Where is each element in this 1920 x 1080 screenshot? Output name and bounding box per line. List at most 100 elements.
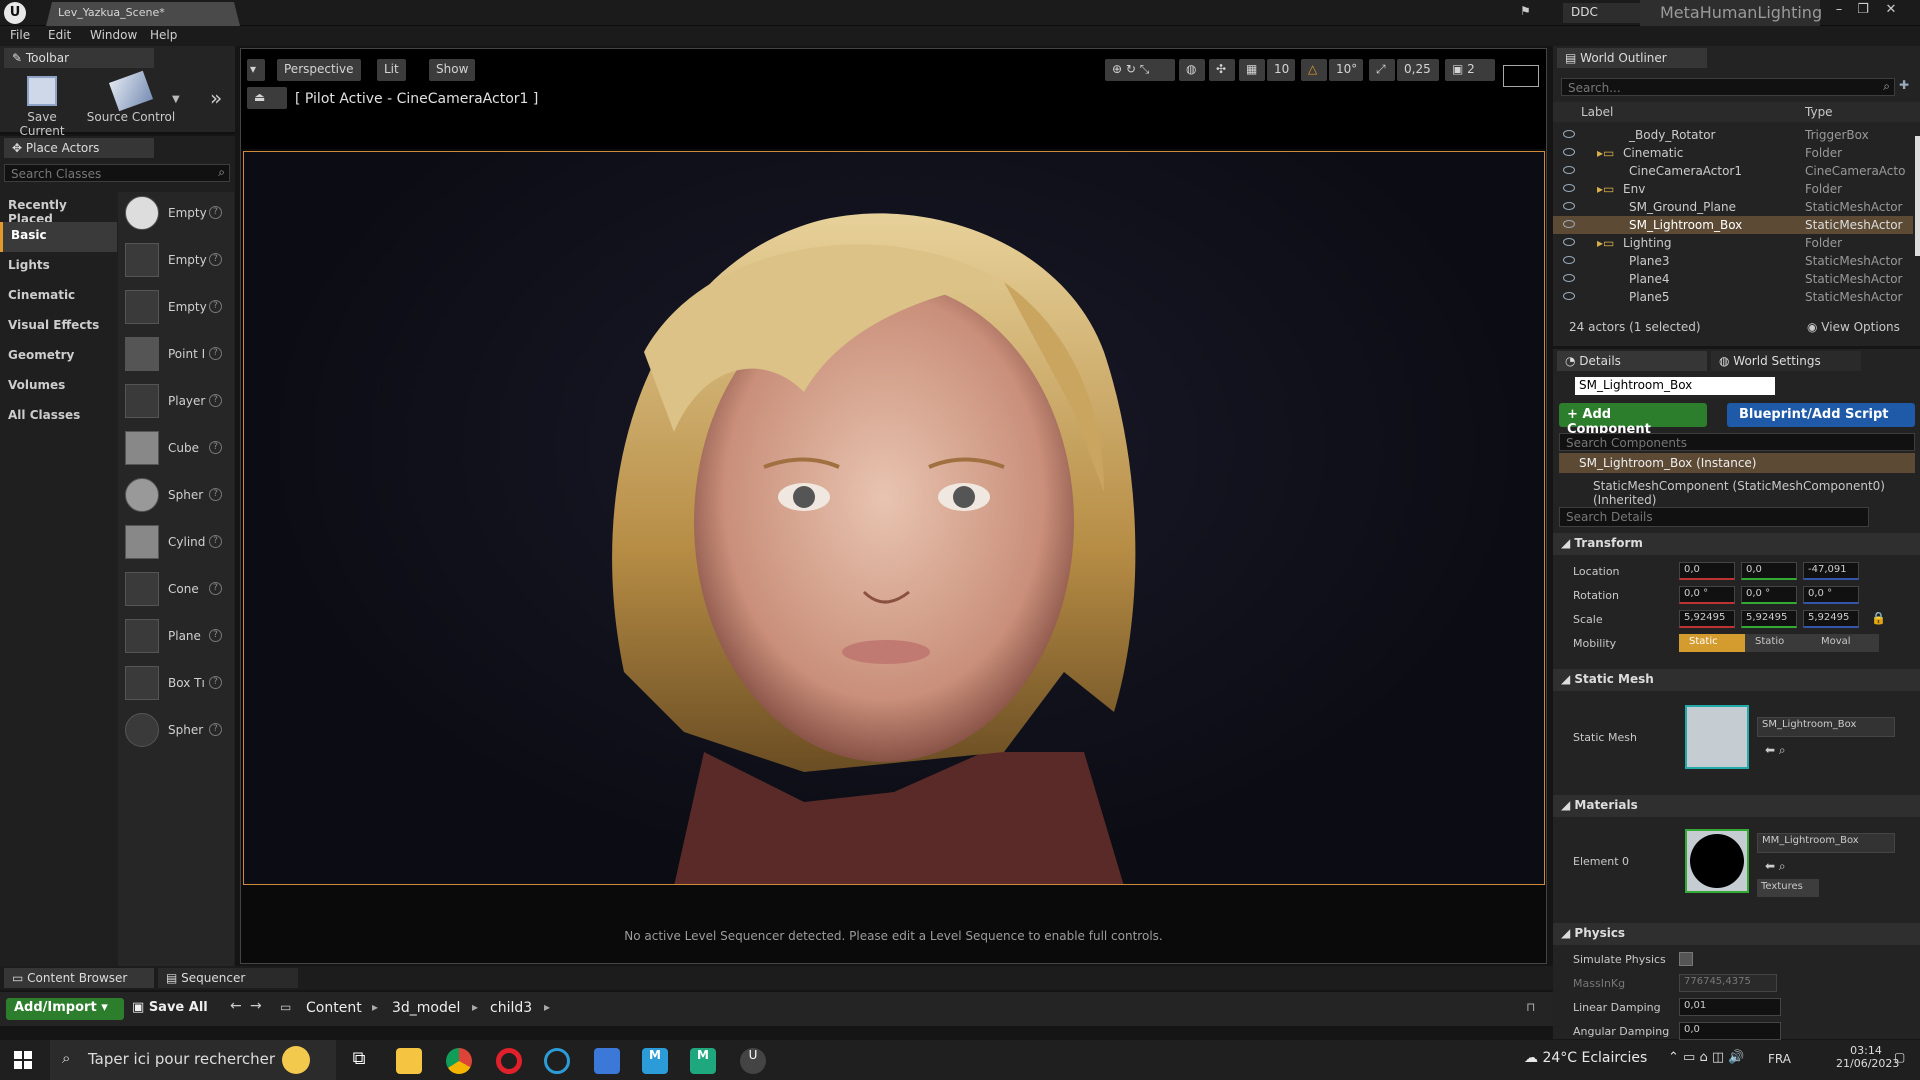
add-filter-icon[interactable]: ✚	[1899, 78, 1909, 92]
maximize-icon[interactable]: ❐	[1852, 2, 1874, 20]
rotation-y[interactable]: 0,0 °	[1741, 586, 1797, 604]
scale-z[interactable]: 5,92495	[1803, 610, 1859, 628]
add-component-button[interactable]: + Add Component	[1559, 403, 1707, 437]
world-outliner-tab[interactable]: ▤ World Outliner	[1557, 48, 1707, 68]
breadcrumb-child3[interactable]: child3	[490, 1000, 532, 1016]
grid-snap-value[interactable]: 10	[1267, 59, 1295, 81]
help-icon[interactable]: ?	[209, 441, 222, 454]
outliner-row[interactable]: _Body_Rotator TriggerBox	[1553, 126, 1913, 144]
actor-item-cube[interactable]: Cube?	[118, 427, 234, 474]
component-row[interactable]: StaticMeshComponent (StaticMeshComponent…	[1593, 479, 1920, 507]
material-dropdown[interactable]: MM_Lightroom_Box	[1757, 833, 1895, 853]
toolbar-tab[interactable]: ✎ Toolbar	[4, 48, 154, 68]
col-type[interactable]: Type	[1805, 105, 1833, 119]
help-icon[interactable]: ?	[209, 488, 222, 501]
actor-item-empty[interactable]: Empty?	[118, 192, 234, 239]
scale-y[interactable]: 5,92495	[1741, 610, 1797, 628]
actor-item-empty-pawn[interactable]: Empty?	[118, 286, 234, 333]
linear-damping-field[interactable]: 0,01	[1679, 998, 1781, 1016]
unreal-engine-icon[interactable]: U	[740, 1048, 766, 1074]
rotation-snap-value[interactable]: 10°	[1329, 59, 1363, 81]
actor-item-empty-character[interactable]: Empty?	[118, 239, 234, 286]
outliner-row[interactable]: Plane4 StaticMeshActor	[1553, 270, 1913, 288]
file-explorer-icon[interactable]	[396, 1048, 422, 1074]
minimize-icon[interactable]: –	[1828, 2, 1850, 20]
category-geometry[interactable]: Geometry	[0, 342, 117, 372]
outliner-row[interactable]: ▸▭ Lighting Folder	[1553, 234, 1913, 252]
world-local-icon[interactable]: ◍	[1179, 59, 1205, 81]
location-y[interactable]: 0,0	[1741, 562, 1797, 580]
content-browser-tab[interactable]: ▭ Content Browser	[4, 968, 154, 988]
search-details-input[interactable]: Search Details	[1559, 507, 1869, 527]
lock-icon[interactable]: 🔒	[1871, 611, 1886, 625]
notifications-icon[interactable]: ▢	[1894, 1050, 1905, 1064]
world-settings-tab[interactable]: ◍ World Settings	[1711, 351, 1861, 371]
textures-button[interactable]: Textures	[1757, 879, 1819, 897]
place-actors-tab[interactable]: ✥ Place Actors	[4, 138, 154, 158]
actor-name-field[interactable]: SM_Lightroom_Box	[1575, 377, 1775, 395]
help-icon[interactable]: ?	[209, 300, 222, 313]
clock[interactable]: 03:14 21/06/2023	[1836, 1044, 1899, 1070]
outliner-row[interactable]: Plane3 StaticMeshActor	[1553, 252, 1913, 270]
scale-snap-icon[interactable]: ⤢	[1369, 59, 1395, 81]
simulate-physics-checkbox[interactable]	[1679, 952, 1693, 966]
menu-window[interactable]: Window	[90, 28, 137, 42]
view-options-button[interactable]: ◉ View Options	[1807, 320, 1900, 334]
outliner-search-input[interactable]: Search... ⌕	[1561, 78, 1895, 96]
rotation-x[interactable]: 0,0 °	[1679, 586, 1735, 604]
eye-icon[interactable]	[1563, 238, 1575, 246]
search-classes-input[interactable]: Search Classes ⌕	[4, 164, 230, 182]
material-thumbnail[interactable]	[1685, 829, 1749, 893]
materials-section[interactable]: ◢ Materials	[1553, 795, 1920, 817]
mobility-movable[interactable]: Moval	[1811, 634, 1879, 652]
outliner-row[interactable]: ▸▭ Env Folder	[1553, 180, 1913, 198]
scale-snap-value[interactable]: 0,25	[1397, 59, 1439, 81]
category-visual-effects[interactable]: Visual Effects	[0, 312, 117, 342]
perspective-button[interactable]: Perspective	[277, 59, 361, 81]
outliner-row-selected[interactable]: SM_Lightroom_Box StaticMeshActor	[1553, 216, 1913, 234]
level-viewport[interactable]: ▾ Perspective Lit Show ⏏ [ Pilot Active …	[240, 48, 1547, 964]
actor-item-box-trigger[interactable]: Box Tı?	[118, 662, 234, 709]
actor-item-sphere[interactable]: Spher?	[118, 474, 234, 521]
viewport-options-icon[interactable]: ▾	[247, 59, 265, 81]
taskbar-search[interactable]: ⌕ Taper ici pour rechercher	[50, 1040, 336, 1080]
outliner-row[interactable]: SM_Ground_Plane StaticMeshActor	[1553, 198, 1913, 216]
category-cinematic[interactable]: Cinematic	[0, 282, 117, 312]
notification-icon[interactable]: ⚑	[1520, 4, 1536, 20]
document-tab[interactable]: Lev_Yazkua_Scene*	[46, 2, 240, 26]
scene-render[interactable]	[243, 151, 1545, 885]
unreal-logo-icon[interactable]: U	[4, 2, 26, 24]
scale-x[interactable]: 5,92495	[1679, 610, 1735, 628]
forward-icon[interactable]: →	[250, 998, 262, 1014]
help-icon[interactable]: ?	[209, 676, 222, 689]
eye-icon[interactable]	[1563, 166, 1575, 174]
actor-item-player-start[interactable]: Player?	[118, 380, 234, 427]
category-recently-placed[interactable]: Recently Placed	[0, 192, 117, 226]
task-view-icon[interactable]: ⧉	[346, 1048, 372, 1074]
blueprint-add-script-button[interactable]: Blueprint/Add Script	[1727, 403, 1915, 427]
help-icon[interactable]: ?	[209, 253, 222, 266]
add-import-button[interactable]: Add/Import ▾	[6, 998, 124, 1020]
actor-item-point-light[interactable]: Point I?	[118, 333, 234, 380]
category-basic[interactable]: Basic	[0, 222, 117, 252]
eye-icon[interactable]	[1563, 148, 1575, 156]
static-mesh-section[interactable]: ◢ Static Mesh	[1553, 669, 1920, 691]
metahuman-icon[interactable]: M	[690, 1048, 716, 1074]
details-tab[interactable]: ◔ Details	[1557, 351, 1707, 371]
lit-button[interactable]: Lit	[377, 59, 406, 81]
eye-icon[interactable]	[1563, 130, 1575, 138]
rotation-snap-icon[interactable]: △	[1301, 59, 1327, 81]
mass-field[interactable]: 776745,4375	[1679, 974, 1777, 992]
location-label[interactable]: Location	[1573, 565, 1620, 578]
system-tray-icons[interactable]: ⌃ ▭ ⌂ ◫ 🔊	[1668, 1050, 1744, 1065]
col-label[interactable]: Label	[1581, 105, 1613, 119]
opera-icon[interactable]	[496, 1048, 522, 1074]
mobility-stationary[interactable]: Statio	[1745, 634, 1811, 652]
angular-damping-field[interactable]: 0,0	[1679, 1022, 1781, 1040]
save-current-button[interactable]: Save Current	[4, 76, 80, 138]
category-volumes[interactable]: Volumes	[0, 372, 117, 402]
location-z[interactable]: -47,091	[1803, 562, 1859, 580]
search-components-input[interactable]: Search Components	[1559, 433, 1915, 451]
menu-help[interactable]: Help	[150, 28, 177, 42]
help-icon[interactable]: ?	[209, 629, 222, 642]
